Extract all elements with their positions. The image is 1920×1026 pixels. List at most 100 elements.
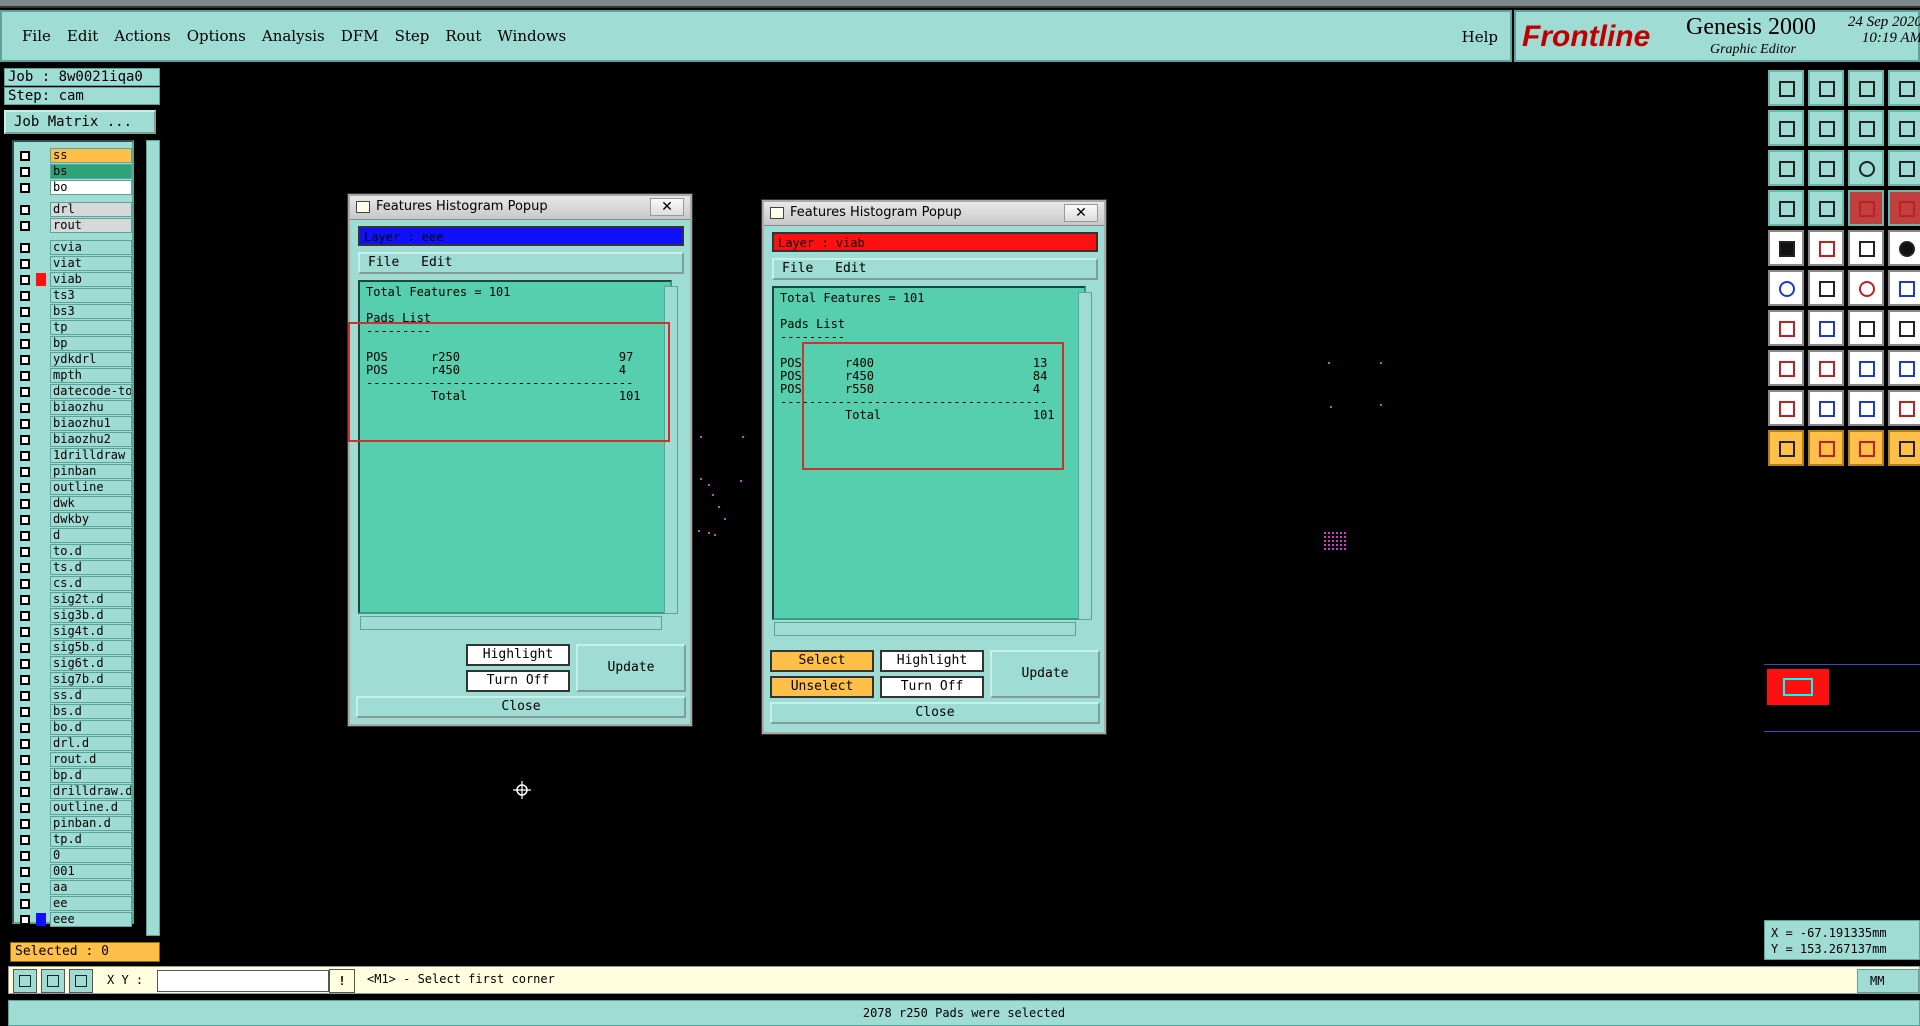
layer-name[interactable]: dwkby [50, 512, 132, 527]
layer-checkbox[interactable] [20, 755, 30, 765]
layer-row[interactable]: mpth [16, 368, 132, 383]
popup-menu-file[interactable]: File [782, 261, 813, 276]
layer-row[interactable]: cs.d [16, 576, 132, 591]
layer-checkbox[interactable] [20, 643, 30, 653]
layer-checkbox[interactable] [20, 819, 30, 829]
layer-checkbox[interactable] [20, 183, 30, 193]
layer-checkbox[interactable] [20, 387, 30, 397]
popup-horizontal-scrollbar[interactable] [360, 616, 662, 630]
layer-checkbox[interactable] [20, 275, 30, 285]
layer-checkbox[interactable] [20, 547, 30, 557]
layer-name[interactable]: drl [50, 202, 132, 217]
units-selector[interactable]: MM [1857, 969, 1919, 993]
layer-checkbox[interactable] [20, 611, 30, 621]
menu-edit[interactable]: Edit [67, 27, 98, 45]
tool-button[interactable] [1888, 350, 1920, 386]
grid-mode-button[interactable] [69, 969, 93, 993]
tool-button[interactable] [1808, 430, 1844, 466]
tool-button[interactable] [1888, 70, 1920, 106]
layer-name[interactable]: tp [50, 320, 132, 335]
tool-button[interactable] [1768, 390, 1804, 426]
tool-button[interactable] [1768, 70, 1804, 106]
layer-checkbox[interactable] [20, 691, 30, 701]
layer-row[interactable]: tp [16, 320, 132, 335]
layer-name[interactable]: sig2t.d [50, 592, 132, 607]
layer-checkbox[interactable] [20, 659, 30, 669]
layer-checkbox[interactable] [20, 259, 30, 269]
layer-checkbox[interactable] [20, 707, 30, 717]
layer-name[interactable]: pinban.d [50, 816, 132, 831]
layer-checkbox[interactable] [20, 435, 30, 445]
layer-checkbox[interactable] [20, 883, 30, 893]
close-icon[interactable]: ✕ [1064, 204, 1098, 222]
layer-name[interactable]: pinban [50, 464, 132, 479]
layer-checkbox[interactable] [20, 531, 30, 541]
layer-name[interactable]: 0 [50, 848, 132, 863]
tool-button[interactable] [1848, 70, 1884, 106]
tool-button[interactable] [1808, 310, 1844, 346]
layer-name[interactable]: ts.d [50, 560, 132, 575]
highlight-button[interactable]: Highlight [880, 650, 984, 672]
layer-name[interactable]: ss [50, 148, 132, 163]
job-matrix-button[interactable]: Job Matrix ... [4, 110, 156, 134]
layer-row[interactable]: sig2t.d [16, 592, 132, 607]
layer-checkbox[interactable] [20, 339, 30, 349]
layer-row[interactable]: pinban.d [16, 816, 132, 831]
layer-name[interactable]: sig3b.d [50, 608, 132, 623]
popup-menu-file[interactable]: File [368, 255, 399, 270]
layer-checkbox[interactable] [20, 467, 30, 477]
layer-row[interactable]: dwkby [16, 512, 132, 527]
popup-menu-edit[interactable]: Edit [835, 261, 866, 276]
snap-mode-button[interactable] [13, 969, 37, 993]
tool-button[interactable] [1888, 390, 1920, 426]
layer-row[interactable]: bo.d [16, 720, 132, 735]
layer-row[interactable]: 001 [16, 864, 132, 879]
layer-name[interactable]: drilldraw.d [50, 784, 132, 799]
layer-checkbox[interactable] [20, 355, 30, 365]
tool-button[interactable] [1888, 230, 1920, 266]
layer-name[interactable]: cs.d [50, 576, 132, 591]
layer-row[interactable]: cvia [16, 240, 132, 255]
layer-checkbox[interactable] [20, 835, 30, 845]
popup-title-bar[interactable]: Features Histogram Popup ✕ [350, 196, 690, 220]
layer-checkbox[interactable] [20, 851, 30, 861]
layer-row[interactable]: dwk [16, 496, 132, 511]
tool-button[interactable] [1848, 190, 1884, 226]
layer-name[interactable]: to.d [50, 544, 132, 559]
layer-name[interactable]: viat [50, 256, 132, 271]
tool-button[interactable] [1848, 110, 1884, 146]
layer-name[interactable]: bo.d [50, 720, 132, 735]
layer-name[interactable]: mpth [50, 368, 132, 383]
tool-button[interactable] [1768, 430, 1804, 466]
tool-button[interactable] [1888, 190, 1920, 226]
layer-row[interactable]: rout.d [16, 752, 132, 767]
tool-button[interactable] [1768, 230, 1804, 266]
layer-name[interactable]: d [50, 528, 132, 543]
layer-name[interactable]: drl.d [50, 736, 132, 751]
layer-row[interactable]: drilldraw.d [16, 784, 132, 799]
menu-options[interactable]: Options [187, 27, 246, 45]
layer-row[interactable]: pinban [16, 464, 132, 479]
close-button[interactable]: Close [356, 696, 686, 718]
select-button[interactable]: Select [770, 650, 874, 672]
layer-name[interactable]: tp.d [50, 832, 132, 847]
tool-button[interactable] [1808, 390, 1844, 426]
layer-row[interactable]: sig3b.d [16, 608, 132, 623]
menu-rout[interactable]: Rout [445, 27, 481, 45]
tool-button[interactable] [1848, 270, 1884, 306]
layer-row[interactable]: bp.d [16, 768, 132, 783]
warning-icon[interactable]: ! [329, 969, 355, 993]
tool-button[interactable] [1888, 430, 1920, 466]
layer-name[interactable]: ydkdrl [50, 352, 132, 367]
layer-name[interactable]: bp.d [50, 768, 132, 783]
layer-row[interactable]: sig6t.d [16, 656, 132, 671]
tool-button[interactable] [1808, 230, 1844, 266]
tool-button[interactable] [1808, 150, 1844, 186]
layer-name[interactable]: ss.d [50, 688, 132, 703]
layer-checkbox[interactable] [20, 579, 30, 589]
layer-checkbox[interactable] [20, 515, 30, 525]
layer-checkbox[interactable] [20, 675, 30, 685]
layer-checkbox[interactable] [20, 771, 30, 781]
layer-name[interactable]: biaozhu2 [50, 432, 132, 447]
xy-input[interactable] [157, 970, 329, 992]
